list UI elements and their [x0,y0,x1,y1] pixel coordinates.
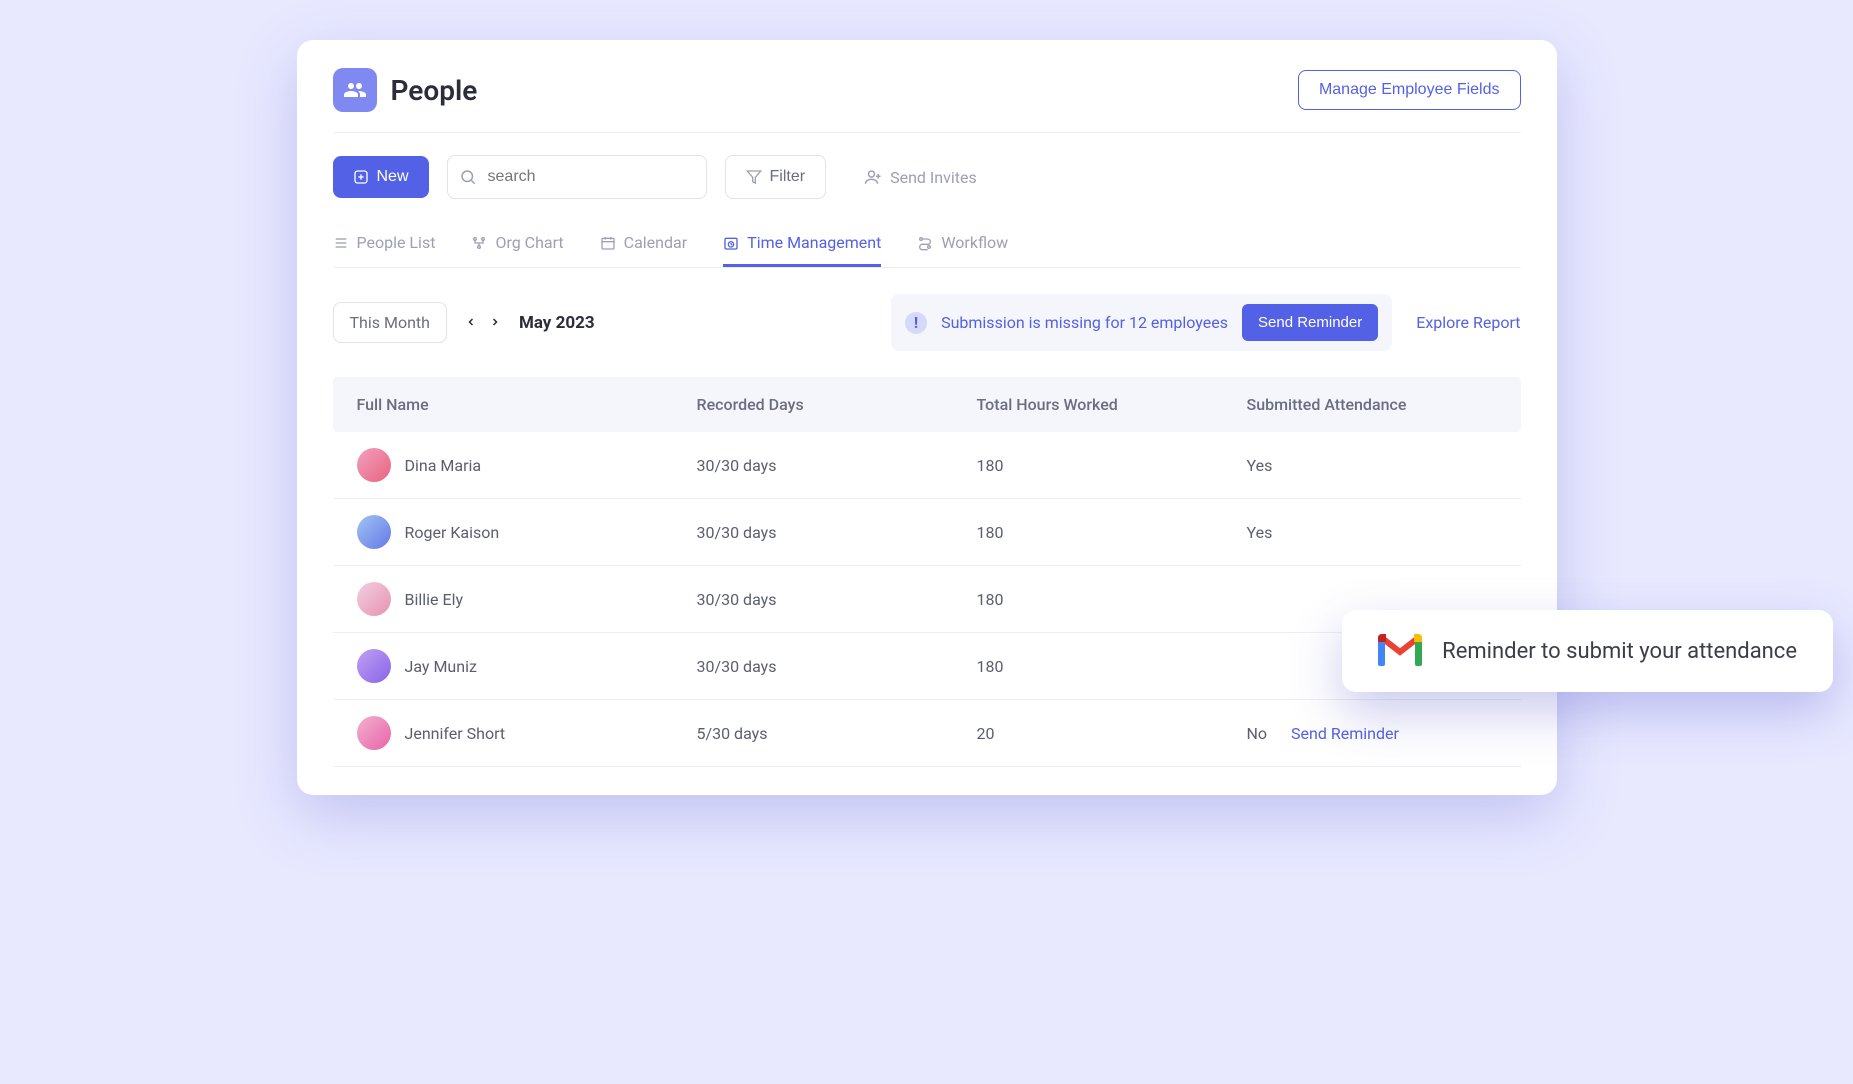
send-invites-label: Send Invites [890,168,977,187]
filter-label: Filter [770,168,806,186]
period-controls: This Month May 2023 [333,302,595,343]
alert-text: Submission is missing for 12 employees [941,313,1228,332]
title-wrap: People [333,68,478,112]
tab-calendar[interactable]: Calendar [600,221,687,267]
workflow-icon [917,235,933,251]
clock-icon [723,235,739,251]
filter-icon [746,169,762,185]
header: People Manage Employee Fields [333,68,1521,133]
send-reminder-button[interactable]: Send Reminder [1242,304,1378,341]
period-select[interactable]: This Month [333,302,447,343]
avatar [357,582,391,616]
search-icon [459,168,477,186]
avatar [357,716,391,750]
employee-name: Dina Maria [405,456,482,475]
manage-employee-fields-button[interactable]: Manage Employee Fields [1298,70,1521,110]
tab-label: Org Chart [495,233,563,252]
avatar [357,448,391,482]
recorded-days: 30/30 days [697,456,977,475]
tab-people-list[interactable]: People List [333,221,436,267]
chevron-right-icon [489,316,501,328]
list-icon [333,235,349,251]
alert-bar: ! Submission is missing for 12 employees… [891,294,1392,351]
period-label: May 2023 [519,313,595,333]
org-icon [471,235,487,251]
table-row[interactable]: Jennifer Short 5/30 days 20 No Send Remi… [333,700,1521,767]
controls-bar: This Month May 2023 ! Submission is miss… [333,268,1521,377]
new-button-label: New [377,168,409,186]
tab-org-chart[interactable]: Org Chart [471,221,563,267]
total-hours: 180 [977,657,1247,676]
employee-name: Roger Kaison [405,523,500,542]
search-box [447,155,707,199]
submitted-value: No [1247,724,1268,743]
filter-button[interactable]: Filter [725,155,827,199]
tab-label: People List [357,233,436,252]
send-invites-button[interactable]: Send Invites [864,168,977,187]
avatar [357,515,391,549]
recorded-days: 30/30 days [697,523,977,542]
col-header-name: Full Name [357,395,697,414]
people-icon [333,68,377,112]
recorded-days: 5/30 days [697,724,977,743]
avatar [357,649,391,683]
period-nav [461,309,505,336]
gmail-icon [1378,634,1422,668]
submitted-value: Yes [1247,456,1273,475]
tab-label: Calendar [624,233,687,252]
page-title: People [391,74,478,107]
search-input[interactable] [447,155,707,199]
toolbar: New Filter Send Invites [333,133,1521,221]
tab-workflow[interactable]: Workflow [917,221,1008,267]
tab-label: Workflow [941,233,1008,252]
total-hours: 180 [977,523,1247,542]
toast-text: Reminder to submit your attendance [1442,639,1797,664]
employee-name: Jay Muniz [405,657,477,676]
tabs: People List Org Chart Calendar Time Mana… [333,221,1521,268]
explore-report-link[interactable]: Explore Report [1416,313,1520,332]
user-plus-icon [864,168,882,186]
employee-name: Billie Ely [405,590,464,609]
total-hours: 180 [977,590,1247,609]
alert-icon: ! [905,312,927,334]
total-hours: 180 [977,456,1247,475]
table-row[interactable]: Dina Maria 30/30 days 180 Yes [333,432,1521,499]
table-row[interactable]: Roger Kaison 30/30 days 180 Yes [333,499,1521,566]
tab-label: Time Management [747,233,881,252]
submitted-value: Yes [1247,523,1273,542]
calendar-icon [600,235,616,251]
col-header-days: Recorded Days [697,395,977,414]
right-controls: ! Submission is missing for 12 employees… [891,294,1520,351]
row-send-reminder-link[interactable]: Send Reminder [1291,724,1399,743]
attendance-table: Full Name Recorded Days Total Hours Work… [333,377,1521,767]
col-header-hours: Total Hours Worked [977,395,1247,414]
new-button[interactable]: New [333,156,429,198]
recorded-days: 30/30 days [697,590,977,609]
table-header: Full Name Recorded Days Total Hours Work… [333,377,1521,432]
col-header-submitted: Submitted Attendance [1247,395,1497,414]
plus-icon [353,169,369,185]
tab-time-management[interactable]: Time Management [723,221,881,267]
chevron-left-icon [465,316,477,328]
next-period-button[interactable] [485,309,505,336]
total-hours: 20 [977,724,1247,743]
prev-period-button[interactable] [461,309,481,336]
recorded-days: 30/30 days [697,657,977,676]
employee-name: Jennifer Short [405,724,506,743]
reminder-toast: Reminder to submit your attendance [1342,610,1833,692]
